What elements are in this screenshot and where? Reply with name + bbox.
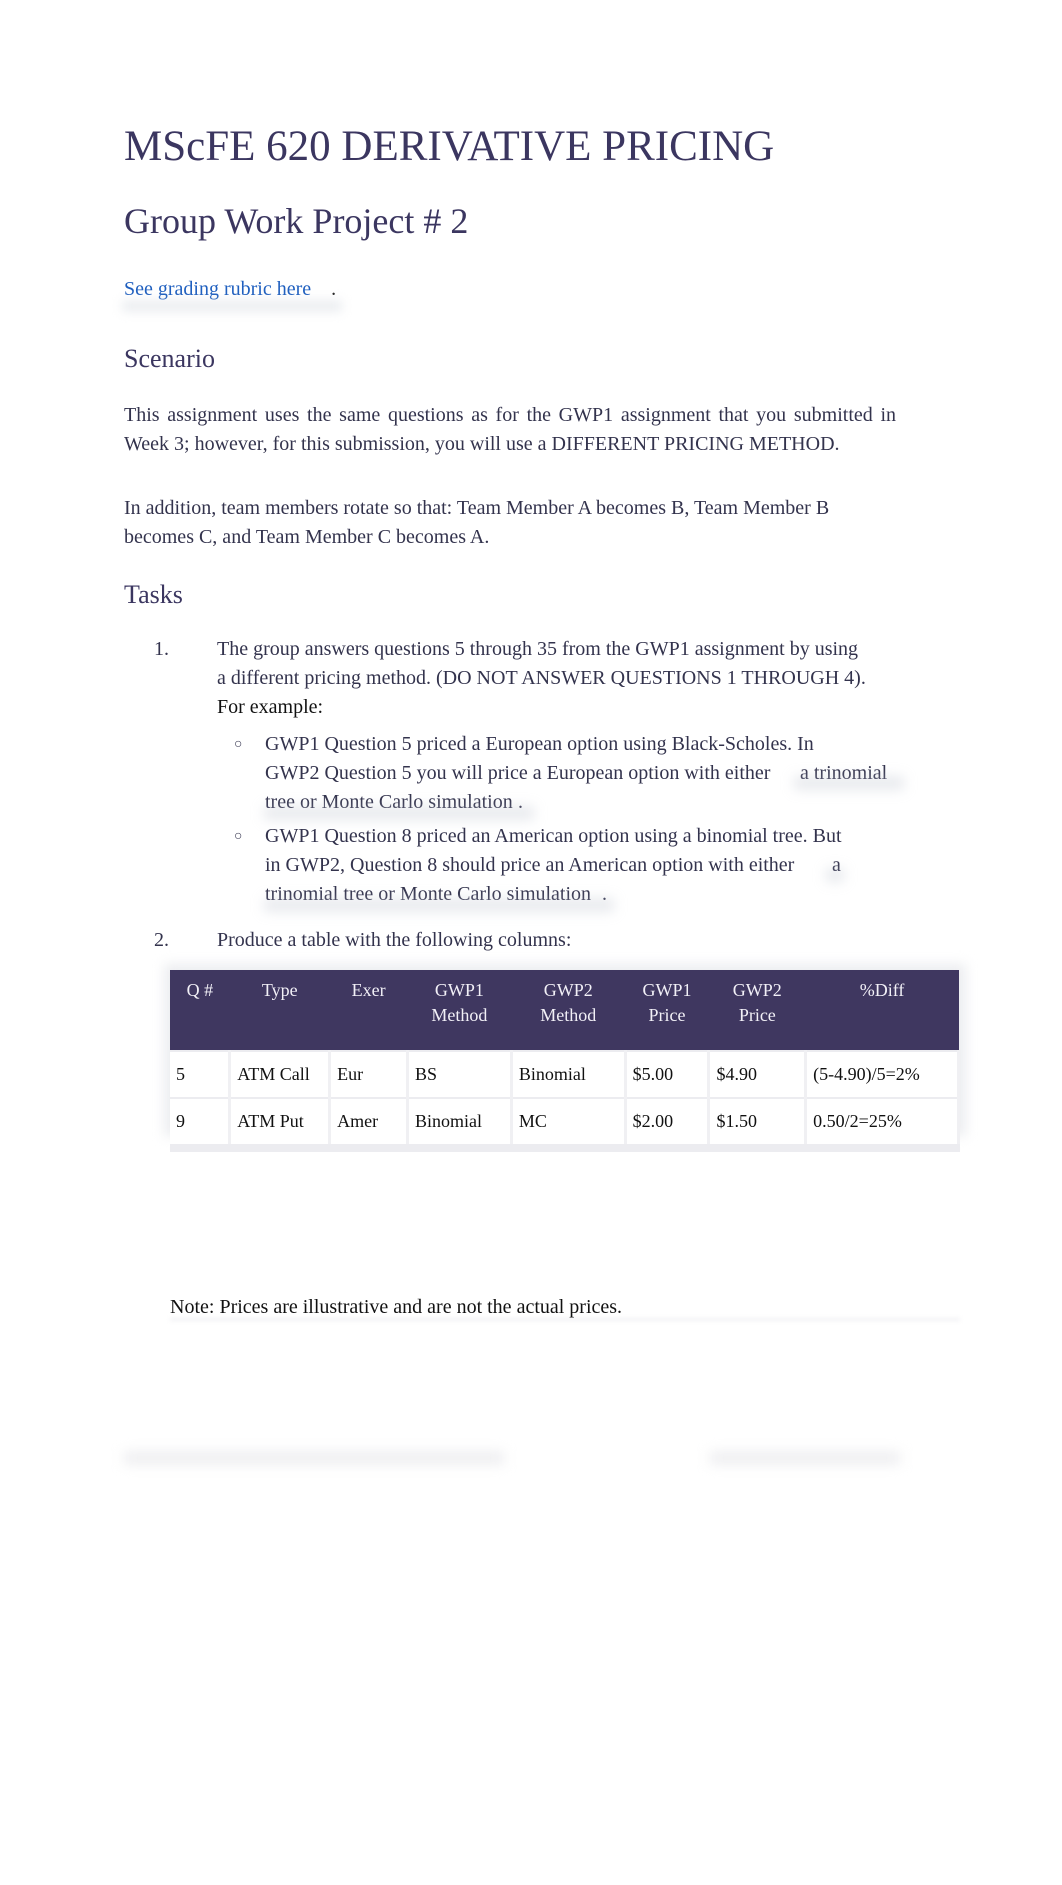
cell-type: ATM Put (229, 1097, 332, 1152)
link-highlight (122, 300, 342, 312)
cell-gwp2-method: MC (511, 1097, 627, 1152)
cell-pct-diff: (5-4.90)/5=2% (805, 1050, 960, 1098)
document-subtitle: Group Work Project # 2 (124, 201, 469, 241)
document-title: MScFE 620 DERIVATIVE PRICING (124, 123, 775, 170)
task-text-line-1: The group answers questions 5 through 35… (217, 638, 859, 660)
text-highlight (826, 868, 844, 882)
cell-q: 5 (170, 1050, 232, 1098)
header-label-2: Method (540, 1005, 597, 1025)
column-header-gwp1-price: GWP1 Price (625, 970, 709, 1051)
hollow-circle-bullet-icon: ○ (234, 829, 243, 844)
note-text: Prices are illustrative and are not the … (219, 1296, 623, 1318)
tasks-heading: Tasks (124, 580, 183, 609)
example-table-wrapper: Q # Type Exer GWP1 Method GWP2 Method GWP1… (164, 964, 966, 1152)
header-label-2: Method (431, 1005, 488, 1025)
scenario-heading: Scenario (124, 344, 215, 373)
cell-type: ATM Call (229, 1050, 332, 1098)
footer-right-redacted (710, 1451, 900, 1465)
table-header-row: Q # Type Exer GWP1 Method GWP2 Method GWP1… (170, 970, 959, 1051)
header-label-2: Price (738, 1005, 776, 1025)
column-header-gwp1-method: GWP1 Method (407, 970, 512, 1051)
cell-gwp1-price: $2.00 (625, 1097, 711, 1152)
task-text-line-1: Produce a table with the following colum… (217, 929, 572, 951)
header-label: GWP1 (642, 980, 692, 1000)
cell-gwp1-method: Binomial (407, 1097, 513, 1152)
note-colon: : (208, 1296, 220, 1318)
header-label-2: Price (648, 1005, 686, 1025)
cell-gwp2-method: Binomial (511, 1050, 627, 1098)
task-number: 1. (154, 638, 169, 660)
column-header-gwp2-method: GWP2 Method (511, 970, 626, 1051)
header-label: Exer (351, 980, 386, 1000)
bullet-line-1: GWP1 Question 5 priced a European option… (265, 733, 814, 755)
column-header-type: Type (229, 970, 330, 1051)
header-label: Type (261, 980, 298, 1000)
cell-gwp1-method: BS (407, 1050, 513, 1098)
example-table: Q # Type Exer GWP1 Method GWP2 Method GWP1… (170, 970, 960, 1152)
cell-gwp1-price: $5.00 (625, 1050, 711, 1098)
header-label: GWP2 (732, 980, 782, 1000)
column-header-gwp2-price: GWP2 Price (708, 970, 806, 1051)
column-header-pct-diff: %Diff (805, 970, 959, 1051)
cell-exer: Eur (329, 1050, 409, 1098)
cell-pct-diff: 0.50/2=25% (805, 1097, 960, 1152)
column-header-exer: Exer (329, 970, 408, 1051)
scenario-paragraph-2: In addition, team members rotate so that… (124, 497, 830, 548)
bullet-line-2: GWP2 Question 5 you will price a Europea… (265, 762, 771, 784)
cell-q: 9 (170, 1097, 232, 1152)
bullet-line-1: GWP1 Question 8 priced an American optio… (265, 825, 842, 847)
rubric-line: See grading rubric here. (122, 278, 342, 312)
cell-gwp2-price: $4.90 (708, 1050, 808, 1098)
table-note: Note: Prices are illustrative and are no… (170, 1296, 622, 1319)
hollow-circle-bullet-icon: ○ (234, 737, 243, 752)
text-highlight (794, 776, 904, 790)
table-row: 9 ATM Put Amer Binomial MC $2.00 $1.50 0… (170, 1097, 960, 1152)
task-number: 2. (154, 929, 169, 951)
note-label: Note (170, 1296, 209, 1318)
text-highlight (264, 898, 614, 912)
header-label: GWP2 (543, 980, 593, 1000)
cell-exer: Amer (329, 1097, 409, 1152)
header-label: Q # (186, 980, 214, 1000)
footer-left-redacted (124, 1451, 504, 1465)
column-header-q: Q # (170, 970, 230, 1051)
text-highlight (264, 806, 534, 820)
bullet-line-2: in GWP2, Question 8 should price an Amer… (265, 854, 795, 876)
table-row: 5 ATM Call Eur BS Binomial $5.00 $4.90 (… (170, 1050, 960, 1098)
header-label: %Diff (859, 980, 905, 1000)
task-text-line-2: a different pricing method. (DO NOT ANSW… (217, 667, 866, 689)
rubric-period: . (331, 278, 337, 300)
header-label: GWP1 (434, 980, 484, 1000)
cell-gwp2-price: $1.50 (708, 1097, 808, 1152)
for-example-label: For example: (217, 696, 324, 718)
grading-rubric-link[interactable]: See grading rubric here (124, 278, 311, 300)
scenario-paragraph-1: This assignment uses the same questions … (124, 404, 896, 455)
